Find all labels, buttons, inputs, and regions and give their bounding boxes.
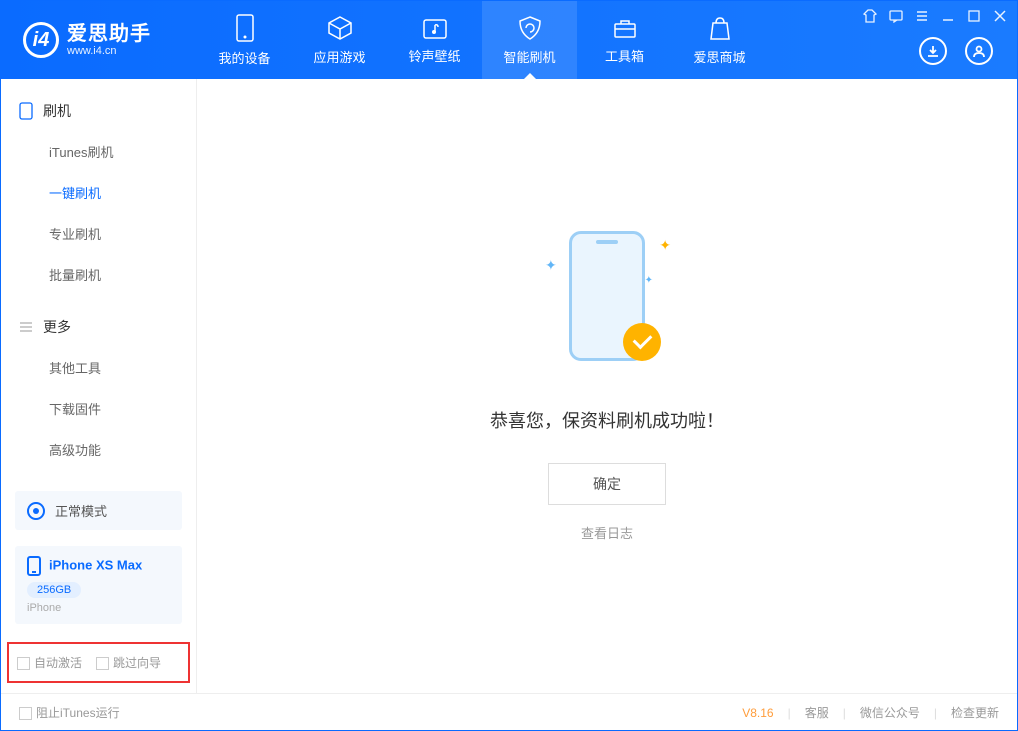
tshirt-icon[interactable] — [863, 9, 877, 23]
toolbox-icon — [612, 16, 638, 40]
phone-outline-icon — [19, 102, 33, 120]
top-nav: 我的设备 应用游戏 铃声壁纸 智能刷机 工具箱 爱思商城 — [197, 1, 767, 79]
sidebar-item-pro-flash[interactable]: 专业刷机 — [1, 213, 196, 254]
list-icon — [19, 320, 33, 334]
logo-area: i4 爱思助手 www.i4.cn — [1, 1, 197, 79]
nav-apps[interactable]: 应用游戏 — [292, 1, 387, 79]
maximize-icon[interactable] — [967, 9, 981, 23]
window-controls — [863, 9, 1007, 23]
status-bar: 阻止iTunes运行 V8.16 | 客服 | 微信公众号 | 检查更新 — [1, 693, 1017, 731]
cb-skip-guide[interactable]: 跳过向导 — [96, 654, 161, 671]
wechat-link[interactable]: 微信公众号 — [860, 704, 920, 721]
success-message: 恭喜您，保资料刷机成功啦！ — [490, 407, 724, 433]
app-name: 爱思助手 — [67, 23, 151, 45]
download-button[interactable] — [919, 37, 947, 65]
check-update-link[interactable]: 检查更新 — [951, 704, 999, 721]
header-right-actions — [919, 37, 993, 65]
mode-card[interactable]: 正常模式 — [15, 491, 182, 530]
sidebar: 刷机 iTunes刷机 一键刷机 专业刷机 批量刷机 更多 其他工具 下载固件 … — [1, 79, 197, 693]
app-header: i4 爱思助手 www.i4.cn 我的设备 应用游戏 铃声壁纸 智能刷机 工具… — [1, 1, 1017, 79]
main-content: ✦ ✦ ✦ 恭喜您，保资料刷机成功啦！ 确定 查看日志 — [197, 79, 1017, 693]
minimize-icon[interactable] — [941, 9, 955, 23]
cb-block-itunes[interactable]: 阻止iTunes运行 — [19, 704, 120, 721]
sparkle-icon: ✦ — [545, 257, 557, 274]
success-illustration: ✦ ✦ ✦ — [547, 231, 667, 381]
nav-my-device[interactable]: 我的设备 — [197, 1, 292, 79]
music-folder-icon — [422, 16, 448, 40]
mode-label: 正常模式 — [55, 501, 107, 520]
nav-flash[interactable]: 智能刷机 — [482, 1, 577, 79]
logo-icon: i4 — [23, 22, 59, 58]
sidebar-item-firmware[interactable]: 下载固件 — [1, 388, 196, 429]
device-name: iPhone XS Max — [49, 557, 142, 572]
nav-toolbox[interactable]: 工具箱 — [577, 1, 672, 79]
user-button[interactable] — [965, 37, 993, 65]
shield-refresh-icon — [517, 15, 543, 41]
feedback-icon[interactable] — [889, 9, 903, 23]
support-link[interactable]: 客服 — [805, 704, 829, 721]
bag-icon — [708, 15, 732, 41]
sidebar-section-more: 更多 — [1, 307, 196, 347]
sparkle-icon: ✦ — [645, 275, 653, 286]
nav-store[interactable]: 爱思商城 — [672, 1, 767, 79]
sidebar-item-other-tools[interactable]: 其他工具 — [1, 347, 196, 388]
close-icon[interactable] — [993, 9, 1007, 23]
checkmark-badge-icon — [623, 323, 661, 361]
mode-status-icon — [27, 502, 45, 520]
view-log-link[interactable]: 查看日志 — [581, 523, 633, 542]
device-storage: 256GB — [27, 582, 81, 598]
sparkle-icon: ✦ — [659, 237, 671, 254]
menu-icon[interactable] — [915, 9, 929, 23]
cb-auto-activate[interactable]: 自动激活 — [17, 654, 82, 671]
sidebar-item-itunes-flash[interactable]: iTunes刷机 — [1, 131, 196, 172]
sidebar-item-oneclick-flash[interactable]: 一键刷机 — [1, 172, 196, 213]
nav-ringtone[interactable]: 铃声壁纸 — [387, 1, 482, 79]
app-url: www.i4.cn — [67, 45, 151, 57]
ok-button[interactable]: 确定 — [548, 463, 666, 505]
device-icon — [27, 556, 41, 576]
cube-icon — [327, 15, 353, 41]
sidebar-item-advanced[interactable]: 高级功能 — [1, 429, 196, 470]
sidebar-section-flash: 刷机 — [1, 91, 196, 131]
phone-icon — [234, 14, 256, 42]
device-type: iPhone — [27, 602, 170, 614]
version-label: V8.16 — [742, 706, 773, 720]
sidebar-item-batch-flash[interactable]: 批量刷机 — [1, 254, 196, 295]
device-card[interactable]: iPhone XS Max 256GB iPhone — [15, 546, 182, 624]
flash-options-row: 自动激活 跳过向导 — [7, 642, 190, 683]
